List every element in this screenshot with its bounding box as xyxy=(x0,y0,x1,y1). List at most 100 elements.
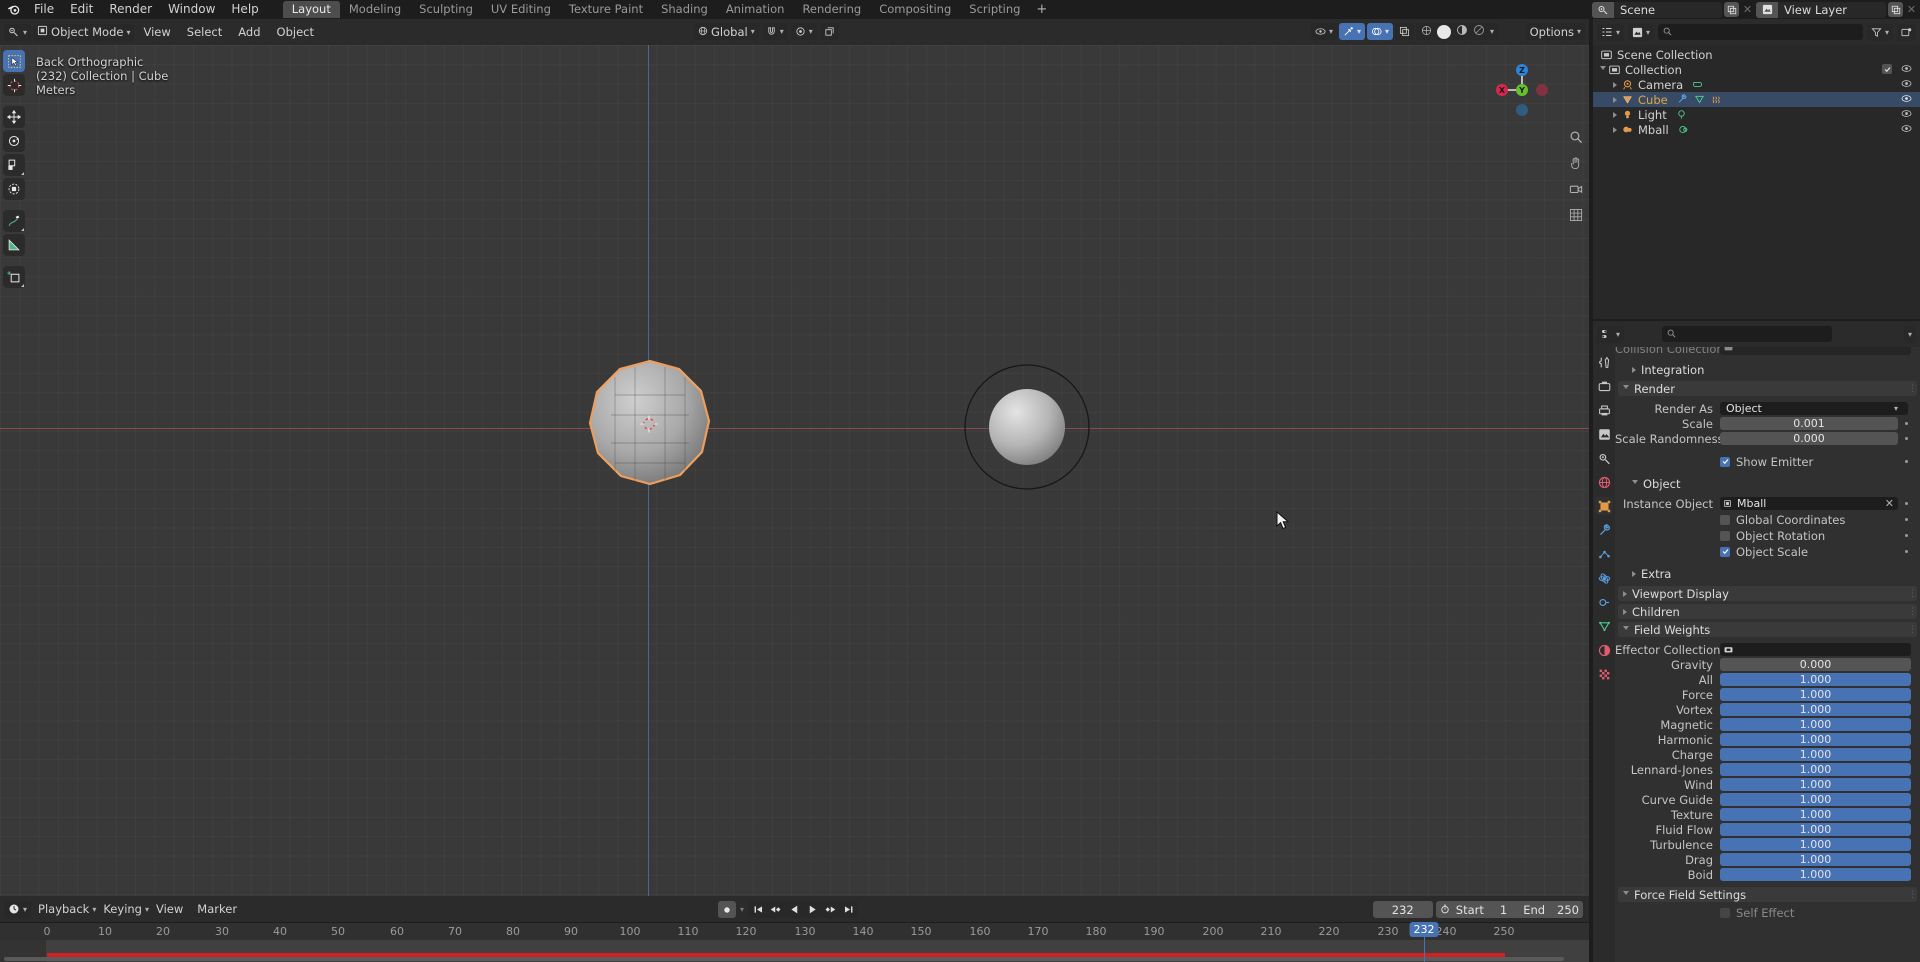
menu-file[interactable]: File xyxy=(26,0,62,19)
wind-value-field[interactable]: 1.000 xyxy=(1720,778,1911,791)
workspace-tab-modeling[interactable]: Modeling xyxy=(340,1,410,18)
panel-children[interactable]: Children ⋮⋮ xyxy=(1618,604,1920,619)
menu-help[interactable]: Help xyxy=(223,0,266,19)
workspace-tab-rendering[interactable]: Rendering xyxy=(793,1,870,18)
play-reverse-icon[interactable] xyxy=(786,901,802,918)
outliner-row-camera[interactable]: Camera xyxy=(1593,77,1920,92)
view-layer-name[interactable]: View Layer xyxy=(1778,2,1886,18)
world-tab[interactable] xyxy=(1595,473,1613,491)
options-dropdown[interactable]: Options ▾ xyxy=(1525,23,1585,40)
timeline-body[interactable] xyxy=(0,940,1589,962)
tool-scale[interactable] xyxy=(3,154,25,176)
auto-keying-record-icon[interactable] xyxy=(718,901,736,918)
animate-property-dot[interactable] xyxy=(1902,547,1911,556)
unlink-scene-icon[interactable]: ✕ xyxy=(1741,2,1754,17)
disclosure-triangle-icon[interactable] xyxy=(1613,96,1622,103)
gizmo-icon[interactable]: ▾ xyxy=(1338,23,1365,40)
timeline-scrollbar-thumb[interactable] xyxy=(4,957,1564,961)
visibility-eye-icon[interactable] xyxy=(1901,63,1912,77)
panel-force-field-settings[interactable]: Force Field Settings ⋮⋮ xyxy=(1618,887,1920,902)
global-coordinates-checkbox[interactable] xyxy=(1720,514,1730,525)
vortex-value-field[interactable]: 1.000 xyxy=(1720,703,1911,716)
visibility-eye-icon[interactable] xyxy=(1901,93,1912,107)
texture-row[interactable]: Texture 1.000 xyxy=(1615,808,1920,822)
navigation-gizmo[interactable]: Z Y X xyxy=(1493,61,1551,119)
outliner-row-scene-collection[interactable]: Scene Collection xyxy=(1593,47,1920,62)
material-tab[interactable] xyxy=(1595,641,1613,659)
outliner-display-mode-icon[interactable]: ▾ xyxy=(1628,23,1655,41)
outliner-row-cube[interactable]: Cube xyxy=(1593,92,1920,107)
object-scale-checkbox[interactable] xyxy=(1720,546,1730,557)
curve-guide-row[interactable]: Curve Guide 1.000 xyxy=(1615,793,1920,807)
add-workspace-button[interactable]: + xyxy=(1029,1,1054,18)
workspace-tab-layout[interactable]: Layout xyxy=(282,1,340,18)
animate-property-dot[interactable] xyxy=(1902,434,1911,443)
show-emitter-checkbox[interactable] xyxy=(1720,456,1730,467)
gizmo-axis-z-neg[interactable] xyxy=(1516,104,1528,116)
outliner-search-input[interactable] xyxy=(1658,24,1863,40)
viewport-menu-select[interactable]: Select xyxy=(180,24,229,41)
jump-to-start-icon[interactable] xyxy=(750,901,766,918)
disclosure-triangle-icon[interactable] xyxy=(1600,66,1609,73)
turbulence-row[interactable]: Turbulence 1.000 xyxy=(1615,838,1920,852)
workspace-tab-shading[interactable]: Shading xyxy=(652,1,717,18)
tool-measure[interactable] xyxy=(3,234,25,256)
gravity-row[interactable]: Gravity 0.000 xyxy=(1615,658,1920,672)
visibility-eye-icon[interactable] xyxy=(1901,123,1912,137)
zoom-icon[interactable] xyxy=(1566,127,1586,147)
camera-icon[interactable] xyxy=(1566,179,1586,199)
fluid-flow-value-field[interactable]: 1.000 xyxy=(1720,823,1911,836)
constraints-tab[interactable] xyxy=(1595,593,1613,611)
light-data-icon[interactable] xyxy=(1676,109,1687,120)
outliner-editor-type-icon[interactable]: ▾ xyxy=(1597,23,1625,41)
grid-icon[interactable] xyxy=(1566,205,1586,225)
workspace-tab-scripting[interactable]: Scripting xyxy=(960,1,1029,18)
menu-window[interactable]: Window xyxy=(160,0,223,19)
pan-icon[interactable] xyxy=(1566,153,1586,173)
show-hide-icon[interactable]: ▾ xyxy=(1310,23,1337,40)
curve-guide-value-field[interactable]: 1.000 xyxy=(1720,793,1911,806)
modifier-tab[interactable] xyxy=(1595,521,1613,539)
tool-rotate[interactable] xyxy=(3,130,25,152)
shading-wireframe-icon[interactable] xyxy=(1421,25,1432,39)
outliner-filter-icon[interactable]: ▾ xyxy=(1866,23,1893,41)
current-frame-field[interactable]: 232 xyxy=(1372,901,1433,918)
jump-to-end-icon[interactable] xyxy=(840,901,856,918)
timeline-menu-playback[interactable]: Playback xyxy=(31,901,96,918)
tool-tab[interactable] xyxy=(1595,353,1613,371)
gizmo-axis-y[interactable]: Y xyxy=(1516,84,1528,96)
tool-cursor[interactable] xyxy=(3,74,25,96)
panel-object[interactable]: Object xyxy=(1618,476,1917,491)
workspace-tab-uv-editing[interactable]: UV Editing xyxy=(482,1,560,18)
gizmo-axis-x[interactable]: X xyxy=(1496,84,1508,96)
instance-object-row[interactable]: Instance Object Mball ✕ xyxy=(1615,497,1920,511)
boid-row[interactable]: Boid 1.000 xyxy=(1615,868,1920,882)
timeline-editor-icon[interactable]: ▾ xyxy=(4,900,32,918)
particles-tab[interactable] xyxy=(1595,545,1613,563)
outliner-editor[interactable]: ▾ ▾ ▾ Scene Collection Collection Camera… xyxy=(1593,19,1920,319)
workspace-tab-texture-paint[interactable]: Texture Paint xyxy=(560,1,652,18)
scene-tab[interactable] xyxy=(1595,449,1613,467)
panel-integration[interactable]: Integration xyxy=(1618,362,1917,377)
menu-render[interactable]: Render xyxy=(101,0,160,19)
turbulence-value-field[interactable]: 1.000 xyxy=(1720,838,1911,851)
render-as-row[interactable]: Render As Object ▾ xyxy=(1615,402,1920,416)
blender-logo-icon[interactable] xyxy=(0,0,26,19)
object-rotation-row[interactable]: Object Rotation xyxy=(1615,529,1920,543)
scale-value-field[interactable]: 0.001 xyxy=(1720,417,1898,430)
workspace-tab-animation[interactable]: Animation xyxy=(717,1,794,18)
timeline-ruler[interactable]: 0 10 20 30 40 50 60 70 80 90 100 110 120… xyxy=(0,922,1589,940)
workspace-tab-sculpting[interactable]: Sculpting xyxy=(410,1,482,18)
object-data-tab[interactable] xyxy=(1595,617,1613,635)
scale-row[interactable]: Scale 0.001 xyxy=(1615,417,1920,431)
scene-name[interactable]: Scene xyxy=(1614,2,1722,18)
viewport-3d[interactable]: ▾ Object Mode ▾ View Select Add Object G… xyxy=(0,19,1589,896)
proportional-edit-icon[interactable]: ▾ xyxy=(790,23,817,40)
object-tab[interactable] xyxy=(1595,497,1613,515)
animate-property-dot[interactable] xyxy=(1902,419,1911,428)
render-tab[interactable] xyxy=(1595,377,1613,395)
magnetic-row[interactable]: Magnetic 1.000 xyxy=(1615,718,1920,732)
panel-field-weights[interactable]: Field Weights ⋮⋮ xyxy=(1618,622,1920,637)
tool-add-cube[interactable] xyxy=(3,266,25,288)
effector-collection-row[interactable]: Effector Collection xyxy=(1615,643,1920,657)
